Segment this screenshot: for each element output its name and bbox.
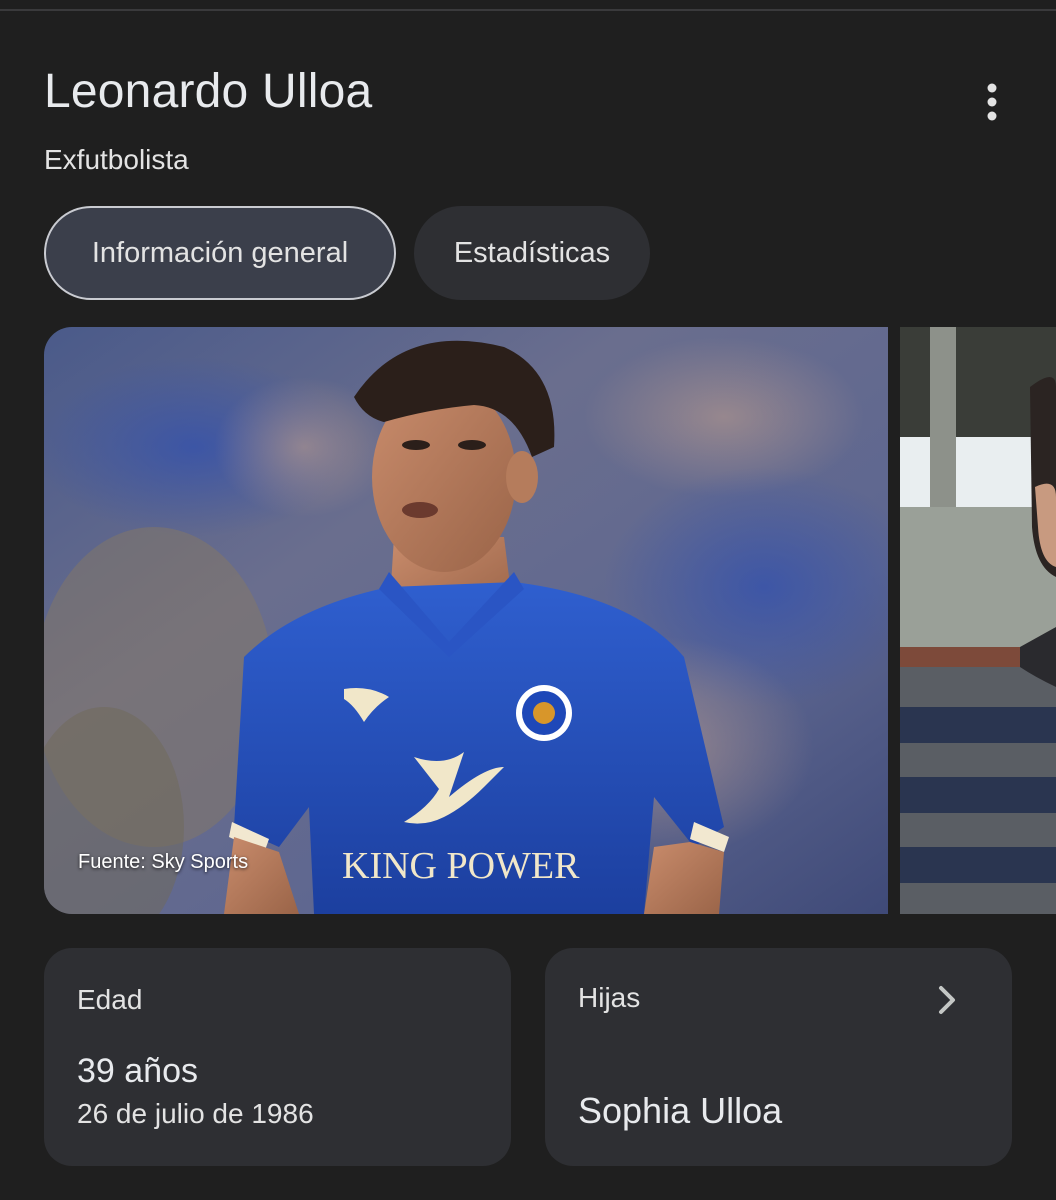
daughters-label: Hijas <box>578 982 641 1013</box>
daughters-card[interactable]: Hijas Sophia Ulloa <box>545 948 1012 1166</box>
secondary-photo-illustration <box>900 327 1056 914</box>
tab-general-info[interactable]: Información general <box>44 206 396 300</box>
more-options-button[interactable] <box>968 78 1016 126</box>
age-label: Edad <box>77 984 143 1015</box>
tab-statistics[interactable]: Estadísticas <box>414 206 650 300</box>
player-photo-secondary[interactable] <box>900 327 1056 914</box>
age-card[interactable]: Edad 39 años 26 de julio de 1986 <box>44 948 511 1166</box>
more-vert-icon <box>987 83 997 121</box>
shirt-sponsor-text: KING POWER <box>342 845 580 887</box>
player-photo-illustration: KING POWER <box>44 327 888 914</box>
chevron-right-icon <box>939 986 955 1014</box>
knowledge-panel: Leonardo Ulloa Exfutbolista Información … <box>0 0 1056 1200</box>
tab-statistics-label: Estadísticas <box>453 236 611 269</box>
daughter-name: Sophia Ulloa <box>578 1090 783 1131</box>
photo-source: Fuente: Sky Sports <box>78 851 249 873</box>
age-value: 39 años <box>77 1052 198 1090</box>
entity-subtitle: Exfutbolista <box>44 144 189 175</box>
top-divider <box>0 0 1056 11</box>
player-photo-main[interactable]: KING POWER Fuente: Sky Sports <box>44 327 888 914</box>
tab-bar: Información general Estadísticas <box>44 206 650 300</box>
tab-general-info-label: Información general <box>91 236 349 269</box>
birth-date: 26 de julio de 1986 <box>77 1098 314 1129</box>
entity-title: Leonardo Ulloa <box>44 65 373 118</box>
